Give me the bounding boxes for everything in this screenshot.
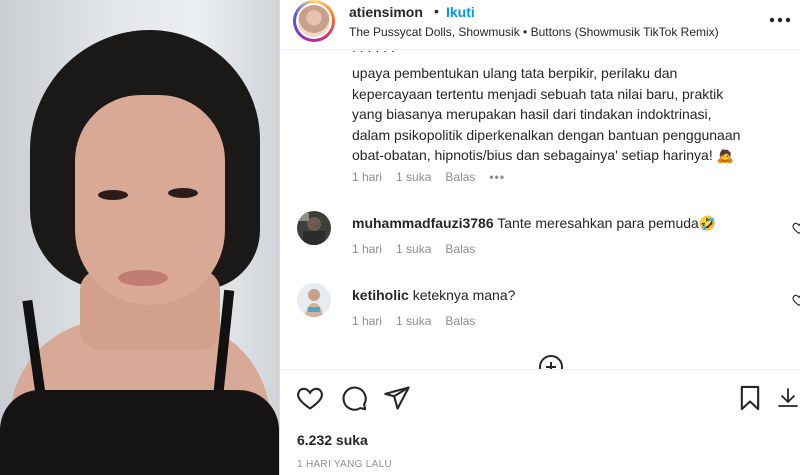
comment-line: dalam psikopolitik diperkenalkan dengan … [352, 126, 741, 143]
comment-meta: 1 hari 1 suka Balas [352, 314, 489, 328]
header-separator: • [434, 3, 439, 19]
media-eye-left [98, 190, 128, 200]
likes-count[interactable]: 6.232 suka [297, 432, 368, 448]
comment-line: upaya pembentukan ulang tata berpikir, p… [352, 65, 678, 81]
download-icon[interactable] [776, 384, 800, 412]
commenter-avatar[interactable] [297, 283, 331, 317]
comment-line: kepercayaan tertentu menjadi sebuah tata… [352, 85, 724, 102]
media-lips [118, 270, 168, 286]
comment-text: upaya pembentukan ulang tata berpikir, p… [352, 63, 772, 166]
comment-meta: 1 hari 1 suka Balas ••• [352, 170, 519, 184]
comment-time[interactable]: 1 hari [352, 314, 382, 328]
comment-likes[interactable]: 1 suka [396, 242, 431, 256]
comment-options-icon[interactable]: ••• [489, 170, 505, 184]
heart-icon[interactable] [296, 384, 324, 412]
follow-button[interactable]: Ikuti [446, 4, 475, 20]
comment-line: obat-obatan, hipnotis/bius dan sebagainy… [352, 147, 735, 163]
media-clothing [0, 390, 279, 475]
comment-likes[interactable]: 1 suka [396, 170, 431, 184]
comment-body: muhammadfauzi3786 Tante meresahkan para … [352, 213, 772, 234]
comment-line: yang biasanya merupakan hasil dari tinda… [352, 106, 712, 122]
comment-heart-icon[interactable] [792, 293, 800, 307]
comment-username[interactable]: muhammadfauzi3786 [352, 215, 494, 231]
comment-time[interactable]: 1 hari [352, 170, 382, 184]
audio-track-link[interactable]: The Pussycat Dolls, Showmusik • Buttons … [349, 25, 719, 39]
reply-button[interactable]: Balas [445, 314, 475, 328]
comment-text: Tante meresahkan para pemuda🤣 [497, 215, 717, 231]
comment-text: keteknya mana? [412, 287, 516, 303]
author-username[interactable]: atiensimon [349, 4, 423, 20]
more-horizontal-icon[interactable] [768, 8, 792, 32]
comment-time[interactable]: 1 hari [352, 242, 382, 256]
media-eye-right [168, 188, 198, 198]
comment-meta: 1 hari 1 suka Balas [352, 242, 489, 256]
comment-likes[interactable]: 1 suka [396, 314, 431, 328]
post-timestamp[interactable]: 1 HARI YANG LALU [297, 459, 392, 470]
author-avatar[interactable] [293, 0, 335, 42]
comment-username[interactable]: ketiholic [352, 287, 409, 303]
bookmark-icon[interactable] [736, 384, 764, 412]
commenter-avatar[interactable] [297, 211, 331, 245]
comment-heart-icon[interactable] [792, 221, 800, 235]
load-more-comments-icon[interactable] [538, 354, 564, 369]
post-media[interactable] [0, 0, 279, 475]
comment-text-cutoff: . . . . . . [352, 51, 772, 58]
comment-body: ketiholic keteknya mana? [352, 285, 772, 306]
reply-button[interactable]: Balas [445, 170, 475, 184]
reply-button[interactable]: Balas [445, 242, 475, 256]
post-header: atiensimon • Ikuti The Pussycat Dolls, S… [280, 0, 800, 50]
comments-list[interactable]: . . . . . . upaya pembentukan ulang tata… [280, 51, 800, 369]
paper-plane-icon[interactable] [383, 384, 411, 412]
comment-icon[interactable] [340, 384, 368, 412]
actions-divider [280, 369, 800, 370]
